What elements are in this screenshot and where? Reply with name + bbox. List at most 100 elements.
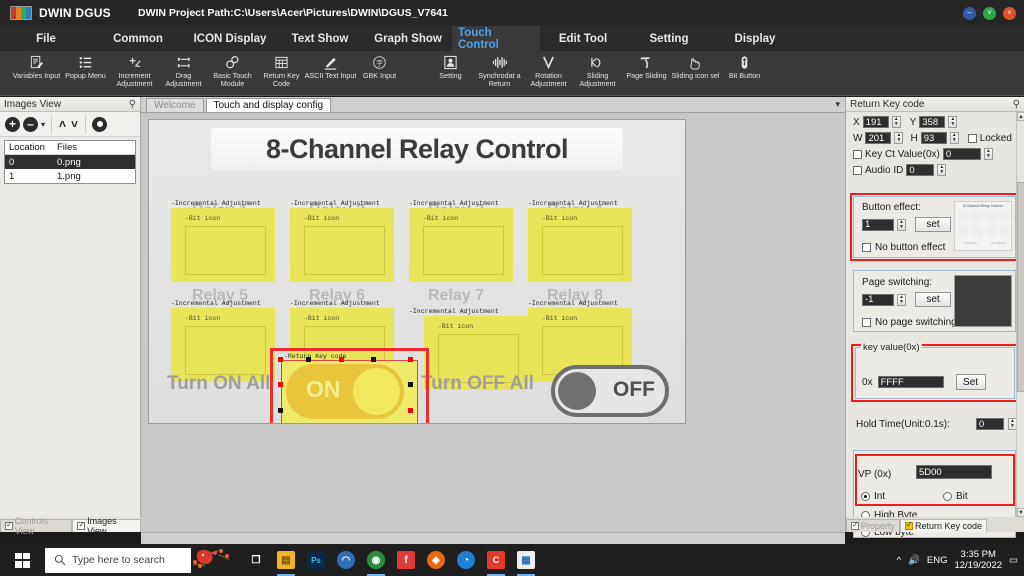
ribbon-page-sliding[interactable]: Page Sliding (622, 51, 671, 96)
ribbon-gbk-input[interactable]: 字 GBK Input (355, 51, 404, 96)
menu-text-show[interactable]: Text Show (276, 26, 364, 51)
audio-id-stepper[interactable]: ▲▼ (937, 164, 946, 176)
volume-icon[interactable]: 🔊 (908, 555, 920, 566)
resize-handle-n1[interactable] (306, 357, 311, 362)
ribbon-ascii-text-input[interactable]: ASCII Text Input (306, 51, 355, 96)
taskbar-photoshop[interactable]: Ps (301, 544, 331, 576)
ribbon-rotation-adjustment[interactable]: Rotation Adjustment (524, 51, 573, 96)
menu-setting[interactable]: Setting (626, 26, 712, 51)
button-effect-set-button[interactable]: set (915, 217, 951, 232)
taskbar-creative-cloud[interactable]: ◠ (331, 544, 361, 576)
ribbon-variables-input[interactable]: Variables Input (12, 51, 61, 96)
ribbon-bit-button[interactable]: Bit Button (720, 51, 769, 96)
move-up-button[interactable]: ˄ (58, 117, 67, 131)
hold-time-field[interactable]: 0 (976, 418, 1004, 430)
taskbar-chrome[interactable]: ◉ (361, 544, 391, 576)
maximize-button[interactable]: ˅ (983, 7, 996, 20)
toggle-off-graphic[interactable]: OFF (551, 365, 669, 417)
tab-welcome[interactable]: Welcome (146, 98, 204, 112)
design-stage[interactable]: 8-Channel Relay Control Relay 1 Relay 2 … (148, 119, 686, 424)
page-switching-set-button[interactable]: set (915, 292, 951, 307)
menu-edit-tool[interactable]: Edit Tool (540, 26, 626, 51)
relay-widget-4[interactable]: -Bit icon (528, 208, 632, 282)
scroll-up-icon[interactable]: ▲ (1017, 112, 1024, 121)
menu-display[interactable]: Display (712, 26, 798, 51)
menu-touch-control[interactable]: Touch Control (452, 26, 540, 51)
ribbon-sliding-adjustment[interactable]: Sliding Adjustment (573, 51, 622, 96)
resize-handle-n3[interactable] (371, 357, 376, 362)
w-field[interactable]: 201 (865, 132, 891, 144)
pin-icon[interactable]: ⚲ (129, 99, 136, 110)
ribbon-drag-adjustment[interactable]: Drag Adjustment (159, 51, 208, 96)
resize-handle-ne[interactable] (408, 357, 413, 362)
relay-widget-2[interactable]: -Bit icon (290, 208, 394, 282)
add-image-button[interactable]: + (5, 117, 20, 132)
resize-handle-n2[interactable] (339, 357, 344, 362)
no-page-switching-checkbox[interactable] (862, 318, 871, 327)
button-effect-stepper[interactable]: ▲▼ (897, 219, 906, 231)
taskbar-edge[interactable]: ◔ (451, 544, 481, 576)
menu-icon-display[interactable]: ICON Display (184, 26, 276, 51)
tab-overflow-icon[interactable]: ▾ (835, 99, 840, 110)
ribbon-increment-adjustment[interactable]: Increment Adjustment (110, 51, 159, 96)
language-indicator[interactable]: ENG (927, 555, 948, 566)
ribbon-synchrodata-return[interactable]: Synchrodat a Return (475, 51, 524, 96)
resize-handle-e1[interactable] (408, 382, 413, 387)
search-input[interactable]: Type here to search (45, 548, 191, 573)
resize-handle-e2[interactable] (408, 408, 413, 413)
minimize-button[interactable]: – (963, 7, 976, 20)
y-stepper[interactable]: ▲▼ (948, 116, 957, 128)
w-stepper[interactable]: ▲▼ (894, 132, 903, 144)
taskbar-brave[interactable]: ◈ (421, 544, 451, 576)
audio-id-field[interactable]: 0 (906, 164, 934, 176)
y-field[interactable]: 358 (919, 116, 945, 128)
ribbon-return-key-code[interactable]: Return Key Code (257, 51, 306, 96)
vp-int-row[interactable]: Int (861, 491, 885, 502)
ribbon-setting[interactable]: Setting (426, 51, 475, 96)
taskbar-dgus[interactable]: ▦ (511, 544, 541, 576)
resize-handle-w1[interactable] (278, 382, 283, 387)
remove-image-button[interactable]: – (23, 117, 38, 132)
list-item[interactable]: 0 0.png (5, 155, 135, 169)
start-button[interactable] (0, 544, 45, 576)
locked-checkbox[interactable] (968, 134, 977, 143)
key-ct-value-stepper[interactable]: ▲▼ (984, 148, 993, 160)
pin-icon[interactable]: ⚲ (1013, 99, 1020, 110)
h-field[interactable]: 93 (921, 132, 947, 144)
vp-int-radio[interactable] (861, 492, 870, 501)
ribbon-sliding-icon-sel[interactable]: Sliding icon sel (671, 51, 720, 96)
resize-handle-w2[interactable] (278, 408, 283, 413)
relay-widget-3[interactable]: -Bit icon (409, 208, 513, 282)
tab-controls-view[interactable]: Controls View (0, 519, 72, 532)
tab-property[interactable]: Property (846, 519, 900, 532)
taskbar-task-view[interactable]: ❐ (241, 544, 271, 576)
tab-images-view[interactable]: Images View (72, 519, 141, 532)
key-value-field[interactable]: FFFF (878, 376, 944, 388)
h-stepper[interactable]: ▲▼ (950, 132, 959, 144)
taskbar-facebook[interactable]: f (391, 544, 421, 576)
scrollbar-thumb[interactable] (1017, 182, 1024, 392)
resize-handle-nw[interactable] (278, 357, 283, 362)
close-button[interactable]: × (1003, 7, 1016, 20)
menu-graph-show[interactable]: Graph Show (364, 26, 452, 51)
page-switching-stepper[interactable]: ▲▼ (897, 294, 906, 306)
key-value-set-button[interactable]: Set (956, 374, 986, 390)
key-ct-value-checkbox[interactable] (853, 150, 862, 159)
taskbar-file-explorer[interactable]: ▤ (271, 544, 301, 576)
x-field[interactable]: 191 (863, 116, 889, 128)
taskbar-cisdem[interactable]: C (481, 544, 511, 576)
vp-bit-radio[interactable] (943, 492, 952, 501)
button-effect-field[interactable]: 1 (862, 219, 894, 231)
vp-bit-row[interactable]: Bit (943, 491, 968, 502)
action-center-icon[interactable]: ▭ (1009, 555, 1018, 566)
scroll-down-icon[interactable]: ▼ (1017, 508, 1024, 517)
audio-id-checkbox[interactable] (853, 166, 862, 175)
no-button-effect-checkbox[interactable] (862, 243, 871, 252)
list-item[interactable]: 1 1.png (5, 169, 135, 183)
ribbon-popup-menu[interactable]: Popup Menu (61, 51, 110, 96)
relay-widget-1[interactable]: -Bit icon (171, 208, 275, 282)
property-panel-scrollbar[interactable]: ▲ ▼ (1016, 112, 1024, 517)
tab-return-key-code[interactable]: Return Key code (900, 519, 987, 532)
x-stepper[interactable]: ▲▼ (892, 116, 901, 128)
ribbon-basic-touch-module[interactable]: Basic Touch Module (208, 51, 257, 96)
